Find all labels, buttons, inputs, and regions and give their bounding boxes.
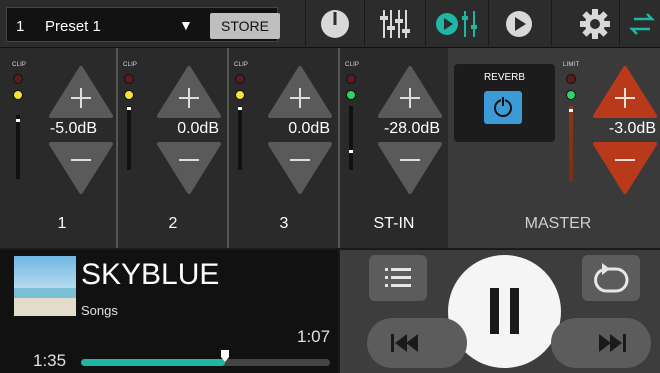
level-readout: -5.0dB bbox=[49, 120, 97, 137]
mixer-faders-icon[interactable] bbox=[378, 7, 412, 41]
album-art bbox=[14, 256, 76, 316]
preset-name: Preset 1 bbox=[45, 18, 101, 35]
signal-led bbox=[235, 90, 245, 100]
top-bar: 1 Preset 1 ▼ STORE bbox=[0, 0, 660, 48]
limit-label: LIMIT bbox=[563, 62, 580, 68]
master-level-meter bbox=[569, 106, 573, 182]
reverb-panel: REVERB bbox=[454, 64, 555, 142]
level-readout: 0.0dB bbox=[288, 120, 330, 137]
level-down-button[interactable] bbox=[268, 142, 332, 194]
level-up-button[interactable] bbox=[268, 66, 332, 118]
clip-led bbox=[346, 74, 356, 84]
level-down-button[interactable] bbox=[49, 142, 113, 194]
clip-label: CLIP bbox=[12, 62, 27, 68]
preset-number: 1 bbox=[16, 18, 25, 35]
settings-gear-icon[interactable] bbox=[578, 7, 612, 41]
signal-led bbox=[566, 90, 576, 100]
level-meter bbox=[349, 106, 353, 170]
level-up-button[interactable] bbox=[49, 66, 113, 118]
signal-led bbox=[346, 90, 356, 100]
next-track-button[interactable] bbox=[551, 318, 651, 368]
repeat-button[interactable] bbox=[582, 255, 640, 301]
dropdown-caret-icon[interactable]: ▼ bbox=[179, 17, 193, 33]
master-level-up-button[interactable] bbox=[593, 66, 657, 118]
level-up-button[interactable] bbox=[157, 66, 221, 118]
time-elapsed: 1:35 bbox=[33, 351, 67, 370]
clip-led bbox=[235, 74, 245, 84]
level-meter bbox=[238, 106, 242, 170]
progress-fill bbox=[81, 359, 226, 366]
store-button[interactable]: STORE bbox=[210, 13, 280, 39]
song-title: SKYBLUE bbox=[81, 258, 220, 291]
repeat-icon bbox=[594, 263, 629, 293]
channel-name: ST-IN bbox=[373, 215, 415, 232]
clip-led bbox=[13, 74, 23, 84]
signal-led bbox=[13, 90, 23, 100]
clip-label: CLIP bbox=[123, 62, 138, 68]
clip-label: CLIP bbox=[345, 62, 360, 68]
progress-bar[interactable] bbox=[81, 350, 330, 366]
level-down-button[interactable] bbox=[378, 142, 442, 194]
master-level-down-button[interactable] bbox=[593, 142, 657, 194]
level-meter bbox=[127, 106, 131, 170]
clip-led bbox=[124, 74, 134, 84]
playlist-button[interactable] bbox=[369, 255, 427, 301]
channel-name: 3 bbox=[279, 215, 289, 232]
level-readout: -28.0dB bbox=[383, 120, 440, 137]
level-down-button[interactable] bbox=[157, 142, 221, 194]
song-subtitle: Songs bbox=[81, 303, 118, 318]
play-icon[interactable] bbox=[502, 7, 536, 41]
time-remaining: 1:07 bbox=[297, 327, 331, 346]
signal-led bbox=[124, 90, 134, 100]
master-channel-name: MASTER bbox=[524, 215, 592, 232]
channel-name: 2 bbox=[168, 215, 178, 232]
preset-selector[interactable]: 1 Preset 1 ▼ STORE bbox=[6, 7, 280, 42]
channel-name: 1 bbox=[57, 215, 67, 232]
limit-led bbox=[566, 74, 576, 84]
clip-label: CLIP bbox=[234, 62, 249, 68]
progress-thumb[interactable] bbox=[221, 350, 230, 362]
reverb-label: REVERB bbox=[483, 72, 526, 83]
level-readout: 0.0dB bbox=[177, 120, 219, 137]
level-up-button[interactable] bbox=[378, 66, 442, 118]
power-icon bbox=[494, 97, 512, 117]
play-eq-icon[interactable] bbox=[434, 7, 480, 41]
reverb-toggle-button[interactable] bbox=[484, 91, 522, 124]
previous-track-button[interactable] bbox=[367, 318, 467, 368]
swap-arrows-icon[interactable] bbox=[626, 7, 658, 41]
list-icon bbox=[385, 268, 411, 287]
master-level-readout: -3.0dB bbox=[608, 120, 656, 137]
meter-icon[interactable] bbox=[318, 7, 352, 41]
